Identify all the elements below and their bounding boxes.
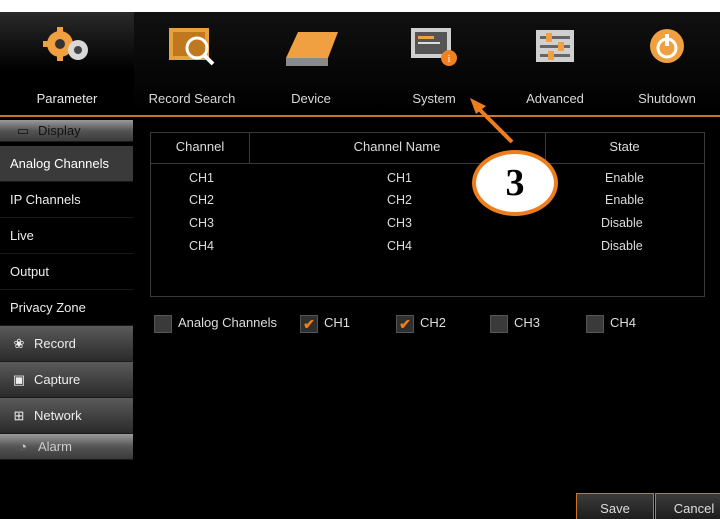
table-row-1-channel: CH1 — [189, 171, 215, 185]
network-icon: ⊞ — [13, 408, 25, 423]
alarm-icon: ◔ — [19, 439, 27, 454]
checkbox-ch4[interactable]: CH4 — [586, 314, 637, 333]
sidebar-record-label: Record — [34, 336, 76, 351]
hard-drive-icon — [286, 32, 338, 66]
checkbox-box[interactable] — [586, 314, 604, 333]
sidebar: ▭ Display Analog Channels IP Channels Liv… — [0, 120, 133, 519]
content-panel: Channel Channel Name State CH1 CH1 Enabl… — [134, 118, 720, 519]
sidebar-item-label: Privacy Zone — [10, 300, 86, 315]
tab-system-label: System — [412, 91, 456, 106]
checkbox-analog-channels[interactable]: Analog Channels — [154, 314, 278, 333]
sidebar-category-record[interactable]: ❀ Record — [0, 326, 133, 362]
column-header-state: State — [609, 139, 640, 154]
checkbox-label: CH3 — [514, 315, 541, 330]
cancel-button[interactable]: Cancel — [655, 493, 720, 519]
tab-shutdown-label: Shutdown — [638, 91, 696, 106]
sidebar-item-label: Analog Channels — [10, 156, 110, 171]
sidebar-item-label: Live — [10, 228, 34, 243]
checkbox-box[interactable] — [490, 314, 508, 333]
tab-system[interactable]: i System — [372, 12, 496, 110]
sidebar-network-label: Network — [34, 408, 82, 423]
toolbar-divider — [0, 115, 720, 117]
sidebar-display-label: Display — [38, 123, 81, 138]
table-row-3-channel: CH3 — [189, 216, 215, 230]
monitor-icon: ▭ — [16, 123, 30, 138]
sliders-icon — [536, 30, 574, 62]
checkbox-box-checked[interactable]: ✔ — [300, 314, 318, 333]
gears-icon — [43, 27, 88, 61]
system-info-icon: i — [411, 28, 457, 66]
table-row-2-name: CH2 — [387, 193, 413, 207]
tab-record-search[interactable]: Record Search — [134, 12, 250, 110]
sidebar-category-alarm[interactable]: ◔ Alarm — [0, 434, 133, 460]
sidebar-item-label: Output — [10, 264, 50, 279]
checkbox-ch1[interactable]: ✔ CH1 — [300, 314, 351, 333]
tab-shutdown[interactable]: Shutdown — [614, 12, 720, 110]
tab-device-label: Device — [291, 91, 331, 106]
table-row-3-name: CH3 — [387, 216, 413, 230]
tab-record-search-label: Record Search — [148, 91, 236, 106]
film-search-icon — [169, 28, 215, 66]
sidebar-category-display[interactable]: ▭ Display — [0, 120, 133, 142]
checkmark-icon: ✔ — [303, 315, 315, 332]
sidebar-item-live[interactable]: Live — [0, 218, 133, 254]
checkbox-label: CH2 — [420, 315, 447, 330]
checkbox-box[interactable] — [154, 314, 172, 333]
svg-text:i: i — [447, 53, 450, 65]
checkmark-icon: ✔ — [399, 315, 411, 332]
checkbox-ch3[interactable]: CH3 — [490, 314, 541, 333]
sidebar-item-analog-channels[interactable]: Analog Channels — [0, 146, 133, 182]
column-header-channel: Channel — [175, 139, 225, 154]
dvr-window: Parameter Record Search Device i System … — [0, 12, 720, 519]
sidebar-alarm-label: Alarm — [38, 439, 72, 454]
table-row-2-channel: CH2 — [189, 193, 215, 207]
record-icon: ❀ — [13, 336, 25, 351]
sidebar-item-ip-channels[interactable]: IP Channels — [0, 182, 133, 218]
channel-table: Channel Channel Name State CH1 CH1 Enabl… — [150, 132, 705, 297]
checkbox-box-checked[interactable]: ✔ — [396, 314, 414, 333]
sidebar-item-output[interactable]: Output — [0, 254, 133, 290]
power-icon — [650, 29, 684, 63]
sidebar-capture-label: Capture — [34, 372, 81, 387]
checkbox-label: Analog Channels — [178, 315, 278, 330]
checkbox-label: CH4 — [610, 315, 637, 330]
sidebar-category-capture[interactable]: ▣ Capture — [0, 362, 133, 398]
top-toolbar: Parameter Record Search Device i System … — [0, 12, 720, 110]
sidebar-item-privacy-zone[interactable]: Privacy Zone — [0, 290, 133, 326]
tab-advanced[interactable]: Advanced — [496, 12, 614, 110]
sidebar-category-network[interactable]: ⊞ Network — [0, 398, 133, 434]
checkbox-ch2[interactable]: ✔ CH2 — [396, 314, 447, 333]
tab-device[interactable]: Device — [250, 12, 372, 110]
annotation-callout-3: 3 — [472, 150, 558, 216]
table-row-4-name: CH4 — [387, 239, 413, 253]
save-button[interactable]: Save — [576, 493, 654, 519]
header-divider — [151, 163, 704, 164]
tab-parameter[interactable]: Parameter — [0, 12, 134, 110]
sidebar-item-label: IP Channels — [10, 192, 81, 207]
tab-parameter-label: Parameter — [36, 91, 98, 106]
table-row-4-channel: CH4 — [189, 239, 215, 253]
channel-checkbox-row: Analog Channels ✔ CH1 ✔ CH2 CH3 CH4 — [154, 314, 714, 334]
table-row-4-state: Disable — [601, 239, 643, 253]
table-row-2-state: Enable — [605, 193, 644, 207]
capture-icon: ▣ — [12, 372, 26, 387]
table-row-1-name: CH1 — [387, 171, 413, 185]
table-row-1-state: Enable — [605, 171, 644, 185]
tab-advanced-label: Advanced — [526, 91, 584, 106]
checkbox-label: CH1 — [324, 315, 351, 330]
table-row-3-state: Disable — [601, 216, 643, 230]
